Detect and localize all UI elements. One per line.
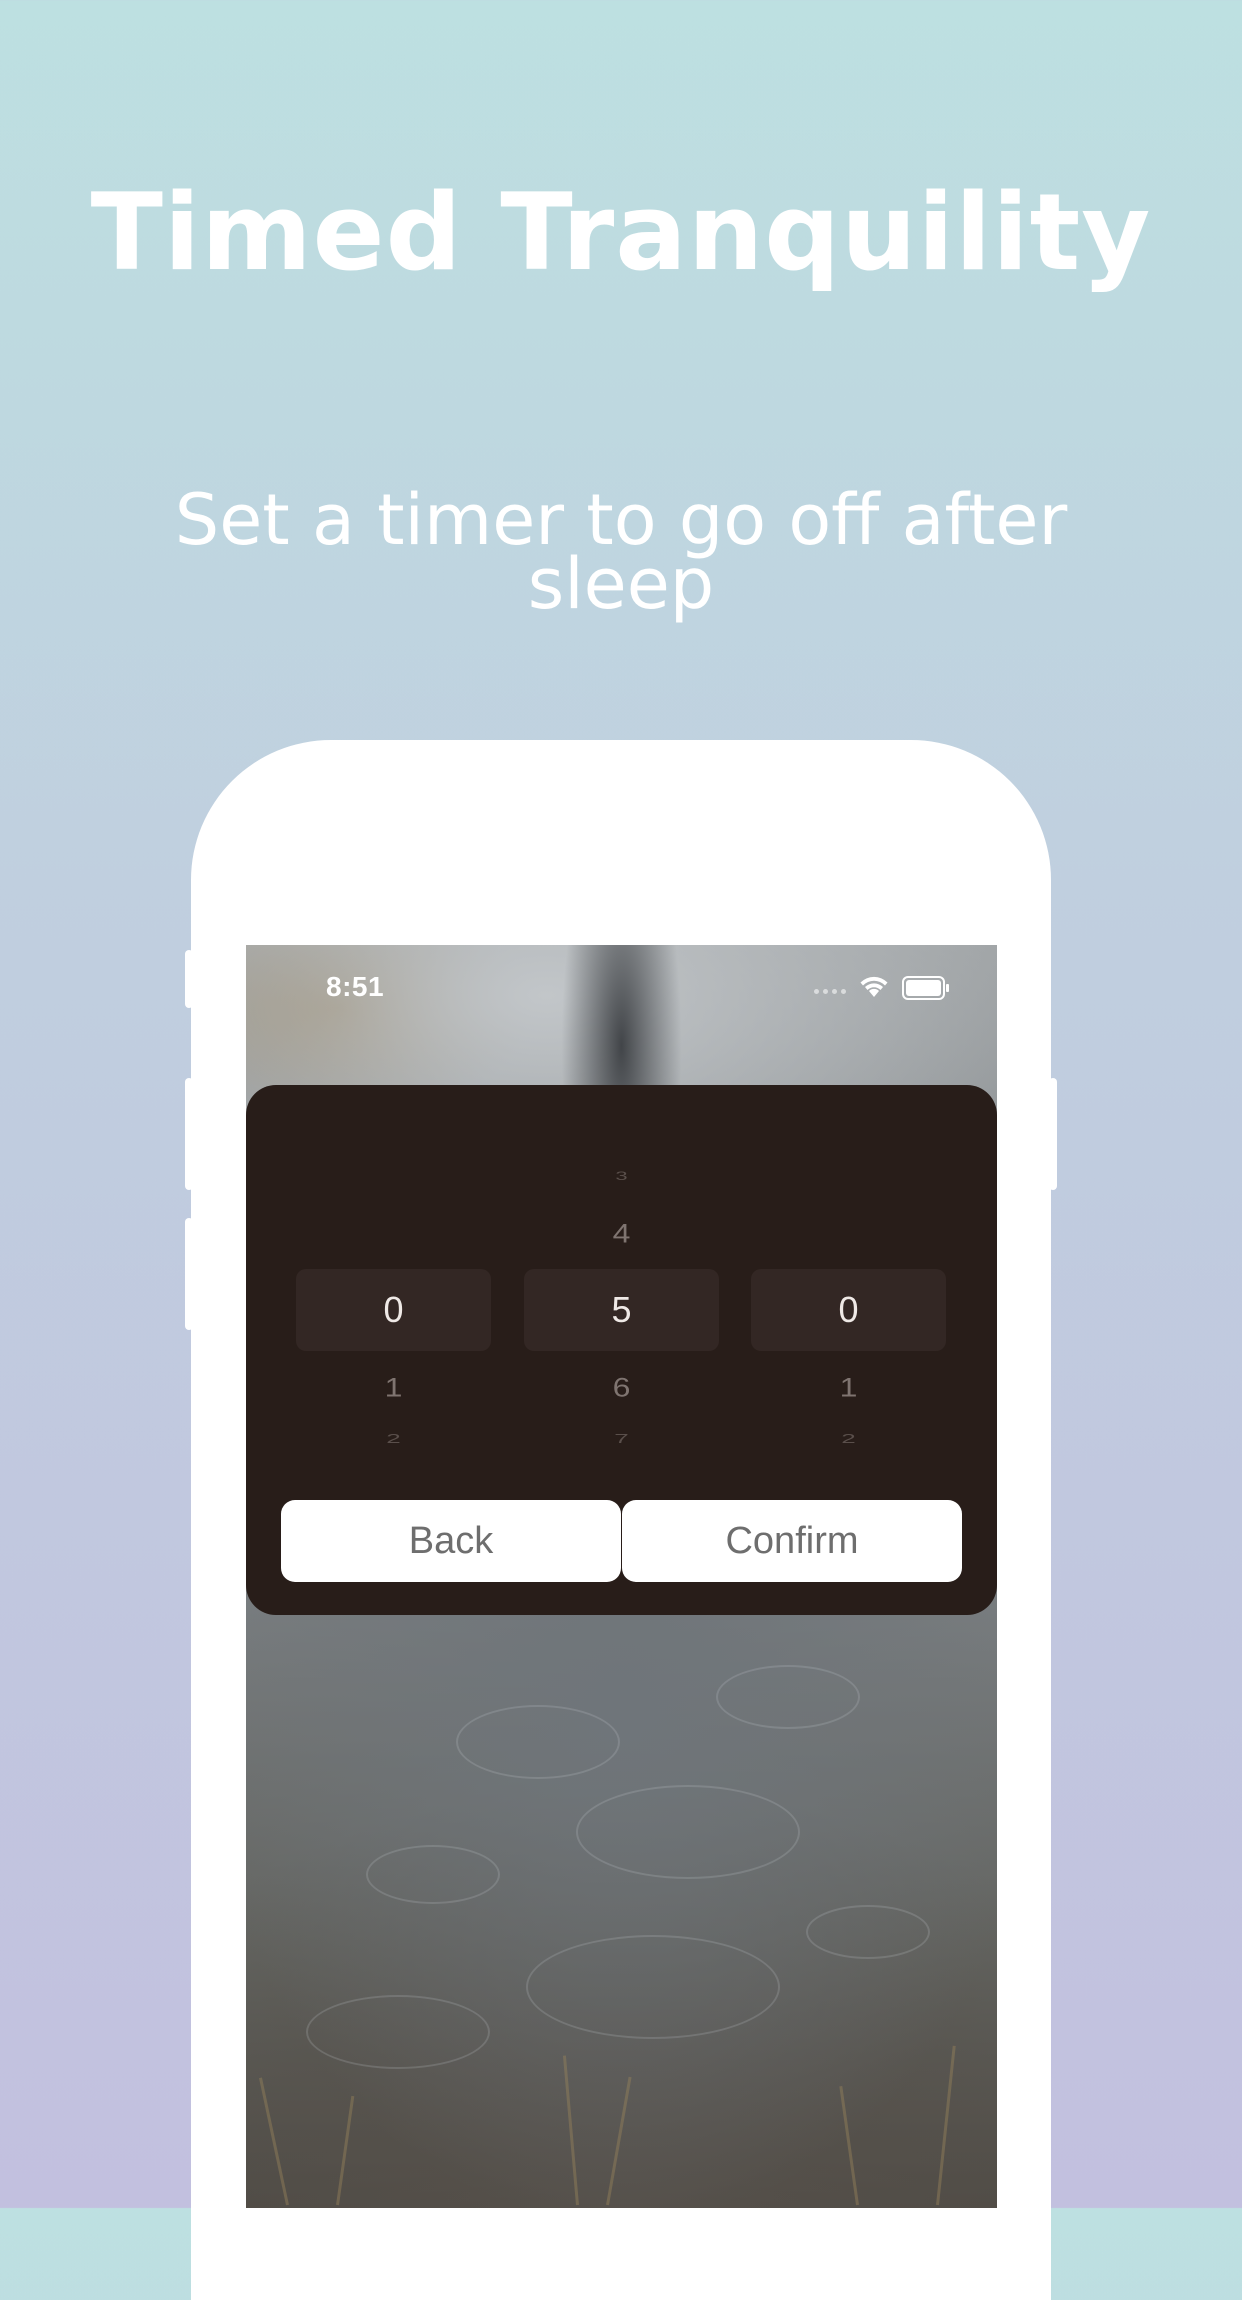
background-ripple [576,1785,800,1879]
promo-headline: Timed Tranquility [90,171,1152,294]
confirm-button[interactable]: Confirm [622,1500,962,1582]
background-ripple [716,1665,860,1729]
background-ripple [526,1935,780,2039]
status-time: 8:51 [326,971,385,1002]
wifi-icon [860,976,888,997]
background-grass [259,2077,289,2206]
hours-picker-column[interactable]: 0 1 2 [296,1085,491,1485]
minutes-option[interactable]: 7 [524,1431,719,1447]
hours-selected-value[interactable]: 0 [296,1289,491,1331]
seconds-selected-value[interactable]: 0 [751,1289,946,1331]
seconds-option[interactable]: 1 [751,1372,946,1403]
background-ripple [456,1705,620,1779]
background-grass [336,2095,355,2206]
seconds-picker-column[interactable]: 0 1 2 [751,1085,946,1485]
seconds-option[interactable]: 2 [751,1431,946,1447]
background-grass [606,2076,632,2206]
cellular-signal-icon [814,989,846,994]
battery-icon [902,976,949,1000]
background-ripple [306,1995,490,2069]
app-screen: 8:51 0 1 2 3 4 5 6 7 0 1 2 Back Confirm [246,945,997,2208]
timer-picker-panel: 0 1 2 3 4 5 6 7 0 1 2 Back Confirm [246,1085,997,1615]
minutes-option[interactable]: 4 [524,1218,719,1249]
minutes-option[interactable]: 3 [524,1169,719,1183]
background-ripple [806,1905,930,1959]
minutes-picker-column[interactable]: 3 4 5 6 7 [524,1085,719,1485]
back-button[interactable]: Back [281,1500,621,1582]
hours-option[interactable]: 2 [296,1431,491,1447]
minutes-option[interactable]: 6 [524,1372,719,1403]
promo-subheadline: Set a timer to go off after sleep [174,479,1068,625]
background-grass [936,2045,956,2206]
background-ripple [366,1845,500,1904]
minutes-selected-value[interactable]: 5 [524,1289,719,1331]
background-grass [562,2055,579,2206]
hours-option[interactable]: 1 [296,1372,491,1403]
background-grass [839,2085,859,2206]
